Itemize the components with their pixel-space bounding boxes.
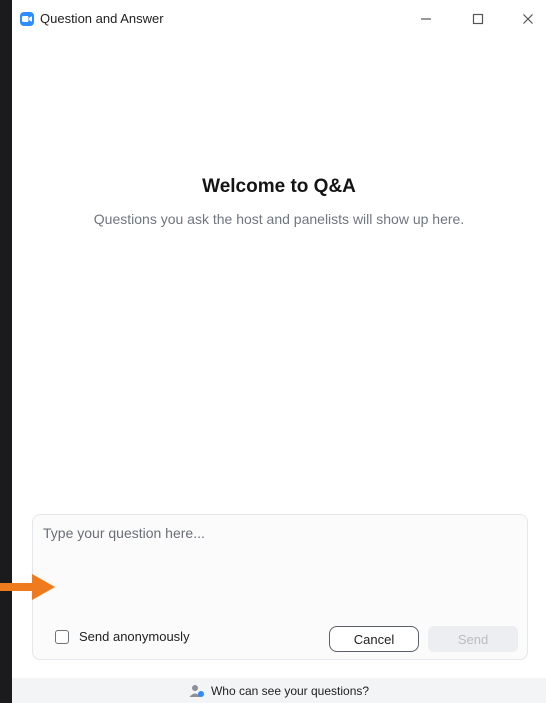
visibility-info-text: Who can see your questions? <box>210 683 370 698</box>
users-icon <box>189 684 205 698</box>
orange-arrow-icon <box>0 574 55 600</box>
close-icon <box>523 14 533 24</box>
maximize-icon <box>472 13 484 25</box>
cancel-button[interactable]: Cancel <box>329 626 419 652</box>
zoom-camera-icon <box>20 12 34 26</box>
qa-window: Question and Answer Welcome to Q&A Quest… <box>12 0 546 703</box>
title-bar: Question and Answer <box>12 0 546 38</box>
welcome-title: Welcome to Q&A <box>202 176 356 197</box>
minimize-icon <box>421 18 431 20</box>
close-button[interactable] <box>510 6 546 32</box>
window-title: Question and Answer <box>40 11 164 26</box>
question-input[interactable] <box>41 523 523 617</box>
question-compose-box: Send anonymously Cancel Send <box>32 514 528 660</box>
screen: Question and Answer Welcome to Q&A Quest… <box>0 0 546 703</box>
send-button[interactable]: Send <box>428 626 518 652</box>
minimize-button[interactable] <box>408 6 444 32</box>
welcome-subtitle: Questions you ask the host and panelists… <box>93 211 465 227</box>
send-anonymously-toggle[interactable]: Send anonymously <box>55 629 190 644</box>
visibility-info-link[interactable]: Who can see your questions? <box>12 678 546 703</box>
send-anonymously-label: Send anonymously <box>79 629 190 644</box>
send-anonymously-checkbox[interactable] <box>55 629 69 644</box>
maximize-button[interactable] <box>460 6 496 32</box>
